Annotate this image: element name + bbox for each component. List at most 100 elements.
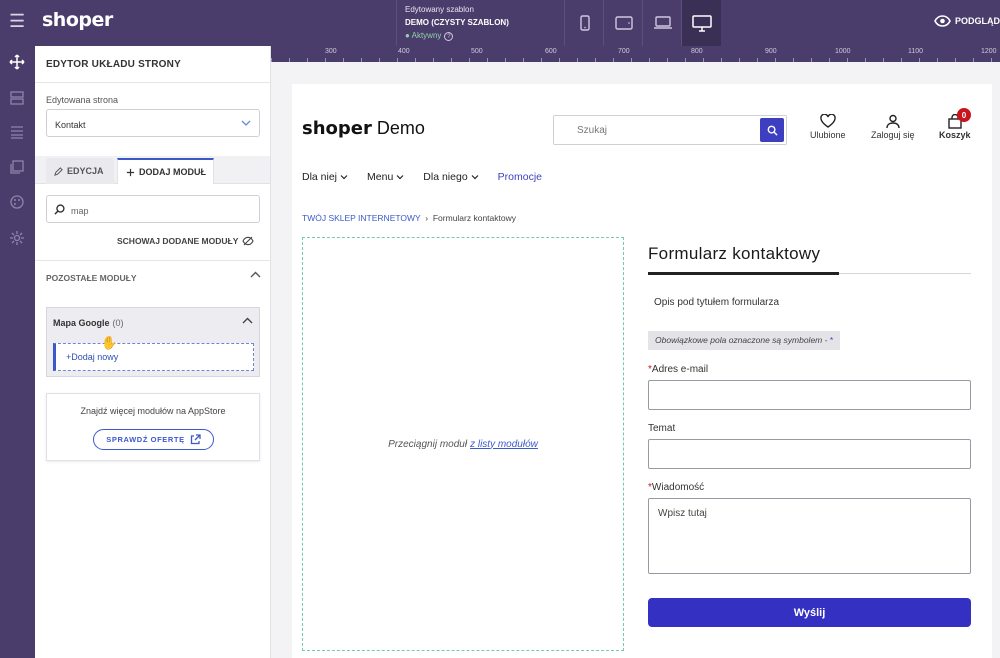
ruler-tick: 1100: [908, 48, 924, 55]
chevron-up-icon[interactable]: [250, 271, 261, 279]
cart-count-badge: 0: [957, 108, 971, 122]
nav-label: Dla niej: [302, 171, 338, 183]
mobile-icon: [579, 15, 590, 31]
message-label: *Wiadomość: [648, 482, 704, 493]
device-mobile-button[interactable]: [564, 0, 604, 46]
edited-page-select[interactable]: Kontakt: [46, 109, 260, 137]
ruler-tick: 400: [398, 48, 410, 55]
module-name[interactable]: Mapa Google (0): [53, 318, 124, 328]
module-name-text: Mapa Google: [53, 318, 110, 328]
help-icon[interactable]: ?: [444, 32, 454, 41]
pages-icon[interactable]: [9, 159, 25, 175]
ruler: 300 400 500 600 700 800 900 1000 1100 12…: [271, 46, 1000, 62]
message-label-text: Wiadomość: [651, 482, 705, 493]
ruler-tick: 300: [325, 48, 337, 55]
nav-label: Menu: [367, 171, 394, 183]
move-icon[interactable]: [9, 54, 25, 70]
heart-icon: [820, 114, 836, 128]
list-icon[interactable]: [9, 124, 25, 140]
ruler-tick: 1200: [981, 48, 997, 55]
icon-rail: [0, 46, 35, 658]
module-list-link[interactable]: z listy modułów: [470, 439, 538, 450]
edited-page-label: Edytowana strona: [46, 95, 119, 105]
cart-link[interactable]: 0 Koszyk: [939, 108, 971, 140]
eye-off-icon: [242, 236, 254, 246]
shop-search-button[interactable]: [760, 118, 784, 142]
nav-label: Dla niego: [423, 171, 468, 183]
hide-added-modules-toggle[interactable]: SCHOWAJ DODANE MODUŁY: [117, 236, 254, 246]
appstore-card: Znajdź więcej modułów na AppStore SPRAWD…: [46, 393, 260, 461]
laptop-icon: [653, 16, 672, 29]
nav-item-dla-niego[interactable]: Dla niego: [423, 171, 479, 183]
shop-page-preview: shoper Demo Szukaj Ulubione Zaloguj się …: [292, 84, 992, 658]
divider: [35, 82, 270, 83]
drag-hand-cursor-icon: ✋: [101, 335, 118, 350]
message-placeholder: Wpisz tutaj: [658, 508, 707, 519]
add-new-label: +Dodaj nowy: [66, 352, 119, 362]
breadcrumb-current: Formularz kontaktowy: [432, 213, 516, 223]
favorites-link[interactable]: Ulubione: [810, 114, 846, 140]
template-status: ● Aktywny?: [405, 31, 564, 41]
hide-added-label: SCHOWAJ DODANE MODUŁY: [117, 236, 239, 246]
tab-edit[interactable]: EDYCJA: [46, 158, 114, 184]
add-new-module-item[interactable]: +Dodaj nowy: [53, 343, 254, 371]
search-icon: [767, 125, 778, 136]
tab-edit-label: EDYCJA: [67, 166, 104, 176]
breadcrumb-home[interactable]: TWÓJ SKLEP INTERNETOWY: [302, 213, 421, 223]
module-search-input[interactable]: map: [46, 195, 260, 223]
device-laptop-button[interactable]: [642, 0, 682, 46]
eye-icon: [934, 15, 951, 27]
required-note-text: Obowiązkowe pola oznaczone są symbolem -: [655, 335, 828, 345]
device-desktop-button[interactable]: [681, 0, 721, 46]
favorites-label: Ulubione: [810, 130, 846, 140]
required-fields-note: Obowiązkowe pola oznaczone są symbolem -…: [648, 331, 841, 350]
login-link[interactable]: Zaloguj się: [871, 114, 915, 140]
email-label: *Adres e-mail: [648, 364, 708, 375]
divider: [35, 260, 270, 261]
module-search-value: map: [71, 206, 89, 216]
desktop-icon: [691, 14, 712, 32]
module-count: (0): [112, 318, 124, 328]
check-offer-label: SPRAWDŹ OFERTĘ: [106, 435, 185, 444]
menu-icon[interactable]: ☰: [9, 11, 25, 31]
plus-icon: [126, 168, 135, 176]
appstore-text: Znajdź więcej modułów na AppStore: [80, 406, 226, 416]
tab-add-module[interactable]: DODAJ MODUŁ: [117, 158, 214, 184]
email-field[interactable]: [648, 380, 971, 410]
breadcrumb-separator-icon: ›: [422, 213, 433, 223]
shoper-logo[interactable]: shoper: [42, 9, 113, 31]
tablet-icon: [614, 16, 633, 30]
preview-button[interactable]: PODGLĄD: [934, 15, 1000, 27]
cart-label: Koszyk: [939, 130, 971, 140]
shop-nav: Dla niej Menu Dla niego Promocje: [302, 171, 542, 183]
layout-icon[interactable]: [9, 90, 25, 106]
chevron-down-icon: [396, 175, 404, 180]
palette-icon[interactable]: [9, 194, 25, 210]
shop-search-input[interactable]: Szukaj: [553, 115, 787, 145]
top-bar: ☰ shoper Edytowany szablon DEMO (CZYSTY …: [0, 0, 1000, 46]
template-caption: Edytowany szablon: [405, 5, 474, 14]
ruler-tick: 900: [765, 48, 777, 55]
settings-icon[interactable]: [9, 230, 25, 246]
nav-item-promocje[interactable]: Promocje: [498, 171, 542, 183]
device-tablet-button[interactable]: [603, 0, 643, 46]
template-info[interactable]: Edytowany szablon DEMO (CZYSTY SZABLON) …: [396, 0, 564, 46]
ruler-tick: 700: [618, 48, 630, 55]
edited-page-value: Kontakt: [55, 120, 86, 130]
ruler-tick: 800: [691, 48, 703, 55]
shop-logo-bold: shoper: [302, 118, 372, 139]
nav-item-menu[interactable]: Menu: [367, 171, 404, 183]
shop-logo-rest: Demo: [371, 118, 425, 138]
submit-button[interactable]: Wyślij: [648, 598, 971, 627]
nav-item-dla-niej[interactable]: Dla niej: [302, 171, 348, 183]
form-title: Formularz kontaktowy: [648, 244, 821, 263]
message-textarea[interactable]: Wpisz tutaj: [648, 498, 971, 574]
shop-logo[interactable]: shoper Demo: [302, 118, 425, 139]
user-icon: [886, 114, 900, 129]
login-label: Zaloguj się: [871, 130, 915, 140]
check-offer-button[interactable]: SPRAWDŹ OFERTĘ: [93, 429, 214, 450]
chevron-up-icon[interactable]: [242, 317, 253, 325]
module-drop-zone[interactable]: Przeciągnij moduł z listy modułów: [302, 237, 624, 651]
layout-editor-panel: EDYTOR UKŁADU STRONY Edytowana strona Ko…: [35, 46, 271, 658]
subject-field[interactable]: [648, 439, 971, 469]
